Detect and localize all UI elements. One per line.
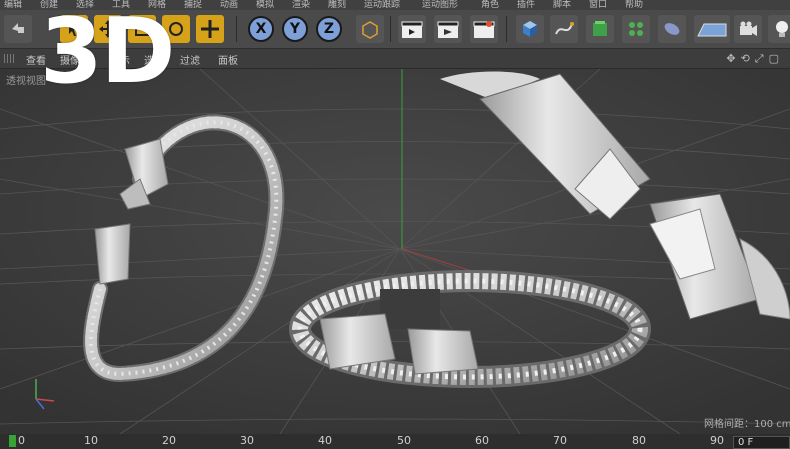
undo-button[interactable] <box>4 15 32 43</box>
render-to-picture-viewer-button[interactable] <box>434 15 462 43</box>
subdivision-icon <box>593 21 607 36</box>
add-cube-button[interactable] <box>516 15 544 43</box>
grid-distance-readout: 网格间距：100 cm <box>704 419 790 430</box>
timeline-tick: 90 <box>710 434 724 447</box>
timeline-tick: 80 <box>632 434 646 447</box>
render-view-button[interactable] <box>398 15 426 43</box>
menu-snap[interactable]: 捕捉 <box>184 0 202 10</box>
timeline-tick: 40 <box>318 434 332 447</box>
menu-script[interactable]: 脚本 <box>553 0 571 10</box>
viewport-scene <box>0 69 790 434</box>
add-floor-button[interactable] <box>694 15 730 43</box>
add-camera-button[interactable] <box>734 15 762 43</box>
clapper-play-icon <box>437 21 459 38</box>
axis-z-button[interactable]: Z <box>314 15 344 43</box>
grip-handle-icon[interactable] <box>4 54 16 63</box>
menu-help[interactable]: 帮助 <box>625 0 643 10</box>
camera-icon <box>740 21 757 36</box>
add-generator-button[interactable] <box>586 15 614 43</box>
render-settings-button[interactable] <box>470 15 498 43</box>
coordinate-system-button[interactable] <box>356 15 384 43</box>
light-bulb-icon <box>776 21 788 37</box>
menu-motion-tracking[interactable]: 运动跟踪 <box>364 0 400 10</box>
axis-z-icon: Z <box>316 16 342 42</box>
overlay-title: 3D <box>40 0 175 104</box>
axis-y-button[interactable]: Y <box>280 15 310 43</box>
menu-edit[interactable]: 编辑 <box>4 0 22 10</box>
clapper-icon <box>401 21 423 38</box>
axis-x-button[interactable]: X <box>246 15 276 43</box>
menu-animate[interactable]: 动画 <box>220 0 238 10</box>
axis-y-icon: Y <box>282 16 308 42</box>
viewport-nav-icons[interactable]: ✥⟲⤢▢ <box>726 52 784 66</box>
menu-plugins[interactable]: 插件 <box>517 0 535 10</box>
timeline-tick: 20 <box>162 434 176 447</box>
menu-mograph[interactable]: 运动图形 <box>422 0 458 10</box>
array-icon <box>629 22 643 36</box>
add-array-button[interactable] <box>622 15 650 43</box>
transform-tool-button[interactable] <box>196 15 224 43</box>
cube-outline-icon <box>362 21 378 39</box>
timeline-tick: 70 <box>553 434 567 447</box>
menu-window[interactable]: 窗口 <box>589 0 607 10</box>
current-frame-field[interactable]: 0 F <box>733 436 790 449</box>
menu-sculpt[interactable]: 雕刻 <box>328 0 346 10</box>
view-menu-filter[interactable]: 过滤 <box>180 52 200 67</box>
playhead-marker[interactable] <box>9 435 16 447</box>
undo-icon <box>12 23 24 33</box>
add-deformer-button[interactable] <box>658 15 686 43</box>
menu-render[interactable]: 渲染 <box>292 0 310 10</box>
axis-x-icon: X <box>248 16 274 42</box>
add-spline-button[interactable] <box>550 15 578 43</box>
perspective-viewport[interactable]: 透视视图 网格间距：100 cm <box>0 69 790 434</box>
spline-pen-icon <box>555 22 574 35</box>
floor-icon <box>697 23 727 37</box>
view-menu-panel[interactable]: 面板 <box>218 52 238 67</box>
transform-icon <box>201 20 219 38</box>
timeline-tick: 30 <box>240 434 254 447</box>
clapper-gear-icon <box>473 21 495 38</box>
timeline-ruler[interactable]: 0 10 20 30 40 50 60 70 80 90 0 F <box>0 434 790 449</box>
timeline-tick: 0 <box>18 434 25 447</box>
timeline-tick: 60 <box>475 434 489 447</box>
menu-simulate[interactable]: 模拟 <box>256 0 274 10</box>
deformer-icon <box>664 23 680 35</box>
add-light-button[interactable] <box>768 15 790 43</box>
cube-icon <box>523 21 537 37</box>
menu-character[interactable]: 角色 <box>481 0 499 10</box>
timeline-tick: 10 <box>84 434 98 447</box>
timeline-tick: 50 <box>397 434 411 447</box>
